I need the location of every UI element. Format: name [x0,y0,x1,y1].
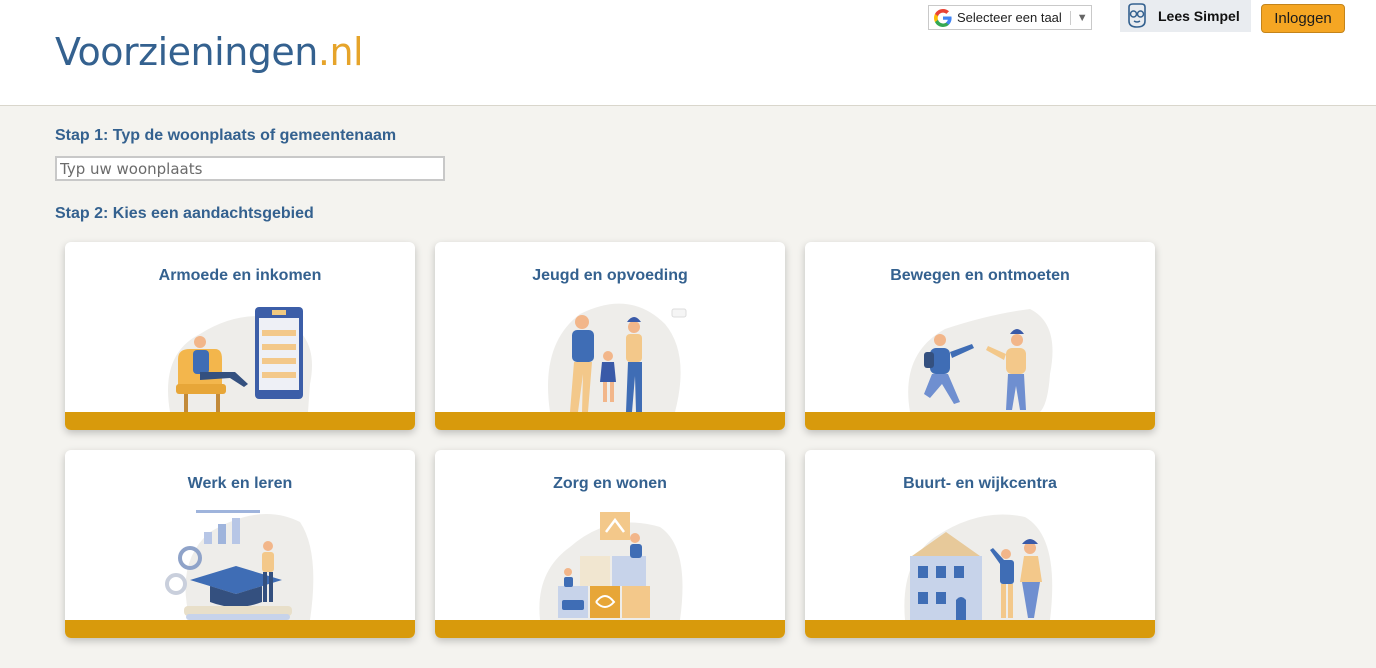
category-card-buurt[interactable]: Buurt- en wijkcentra [805,450,1155,638]
category-card-werk[interactable]: Werk en leren [65,450,415,638]
category-card-bewegen[interactable]: Bewegen en ontmoeten [805,242,1155,430]
card-accent-bar [805,620,1155,638]
login-button[interactable]: Inloggen [1261,4,1345,33]
face-glasses-icon [1128,3,1146,28]
card-accent-bar [65,412,415,430]
google-icon [932,7,954,29]
category-card-title: Zorg en wonen [553,475,667,492]
site-header: Voorzieningen.nl Selecteer een taal ▼ Le… [0,0,1376,106]
lees-simpel-label: Lees Simpel [1158,8,1240,24]
step2-label: Stap 2: Kies een aandachtsgebied [55,205,314,222]
language-selector[interactable]: Selecteer een taal ▼ [928,5,1092,30]
search-input[interactable] [55,156,445,181]
card-accent-bar [805,412,1155,430]
logo-main: Voorzieningen [55,30,318,74]
category-card-jeugd[interactable]: Jeugd en opvoeding [435,242,785,430]
category-card-title: Armoede en inkomen [158,267,322,284]
category-card-zorg[interactable]: Zorg en wonen [435,450,785,638]
community-centers-illustration [904,514,1053,620]
work-learning-illustration [165,510,314,620]
lees-simpel-button[interactable]: Lees Simpel [1120,0,1251,32]
poverty-income-illustration [168,307,312,412]
card-accent-bar [435,620,785,638]
card-accent-bar [435,412,785,430]
category-card-title: Buurt- en wijkcentra [903,475,1057,492]
care-housing-illustration [539,512,683,620]
site-logo[interactable]: Voorzieningen.nl [55,30,364,74]
category-card-title: Werk en leren [187,475,293,492]
category-card-title: Jeugd en opvoeding [532,267,688,284]
step1-label: Stap 1: Typ de woonplaats of gemeentenaa… [55,127,397,144]
category-card-title: Bewegen en ontmoeten [890,267,1070,284]
exercise-meeting-illustration [908,309,1053,412]
category-card-armoede[interactable]: Armoede en inkomen [65,242,415,430]
language-selector-label: Selecteer een taal [957,10,1062,25]
youth-parenting-illustration [548,303,687,412]
card-accent-bar [65,620,415,638]
divider [1069,10,1071,25]
chevron-down-icon: ▼ [1076,11,1088,24]
logo-tld: .nl [317,30,364,74]
